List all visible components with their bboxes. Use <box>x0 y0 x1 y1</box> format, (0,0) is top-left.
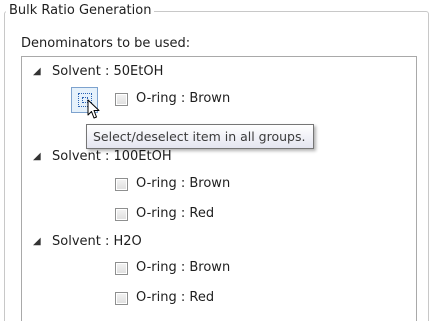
tree-item-label[interactable]: O-ring : Brown <box>136 91 230 107</box>
tree-group-50etoh[interactable]: Solvent : 50EtOH <box>52 64 163 80</box>
bulk-ratio-dialog: Bulk Ratio Generation Denominators to be… <box>0 0 432 321</box>
checkbox-100etoh-red[interactable] <box>115 208 128 221</box>
expander-icon[interactable]: ◢ <box>33 67 41 77</box>
checkbox-h2o-red[interactable] <box>115 292 128 305</box>
tree-group-h2o[interactable]: Solvent : H2O <box>52 234 142 250</box>
expander-icon[interactable]: ◢ <box>33 237 41 247</box>
checkbox-50etoh-brown[interactable] <box>115 93 128 106</box>
groupbox-title: Bulk Ratio Generation <box>6 3 155 18</box>
tree-item-label[interactable]: O-ring : Red <box>136 290 214 306</box>
tree-item-label[interactable]: O-ring : Brown <box>136 176 230 192</box>
denominators-label: Denominators to be used: <box>21 36 191 51</box>
checkbox-100etoh-brown[interactable] <box>115 178 128 191</box>
checkbox-h2o-brown[interactable] <box>115 262 128 275</box>
select-all-tooltip: Select/deselect item in all groups. <box>86 124 314 149</box>
expander-icon[interactable]: ◢ <box>33 152 41 162</box>
tree-item-label[interactable]: O-ring : Red <box>136 206 214 222</box>
tree-group-100etoh[interactable]: Solvent : 100EtOH <box>52 149 172 165</box>
arrow-pointer-icon <box>87 99 100 119</box>
tree-item-label[interactable]: O-ring : Brown <box>136 260 230 276</box>
